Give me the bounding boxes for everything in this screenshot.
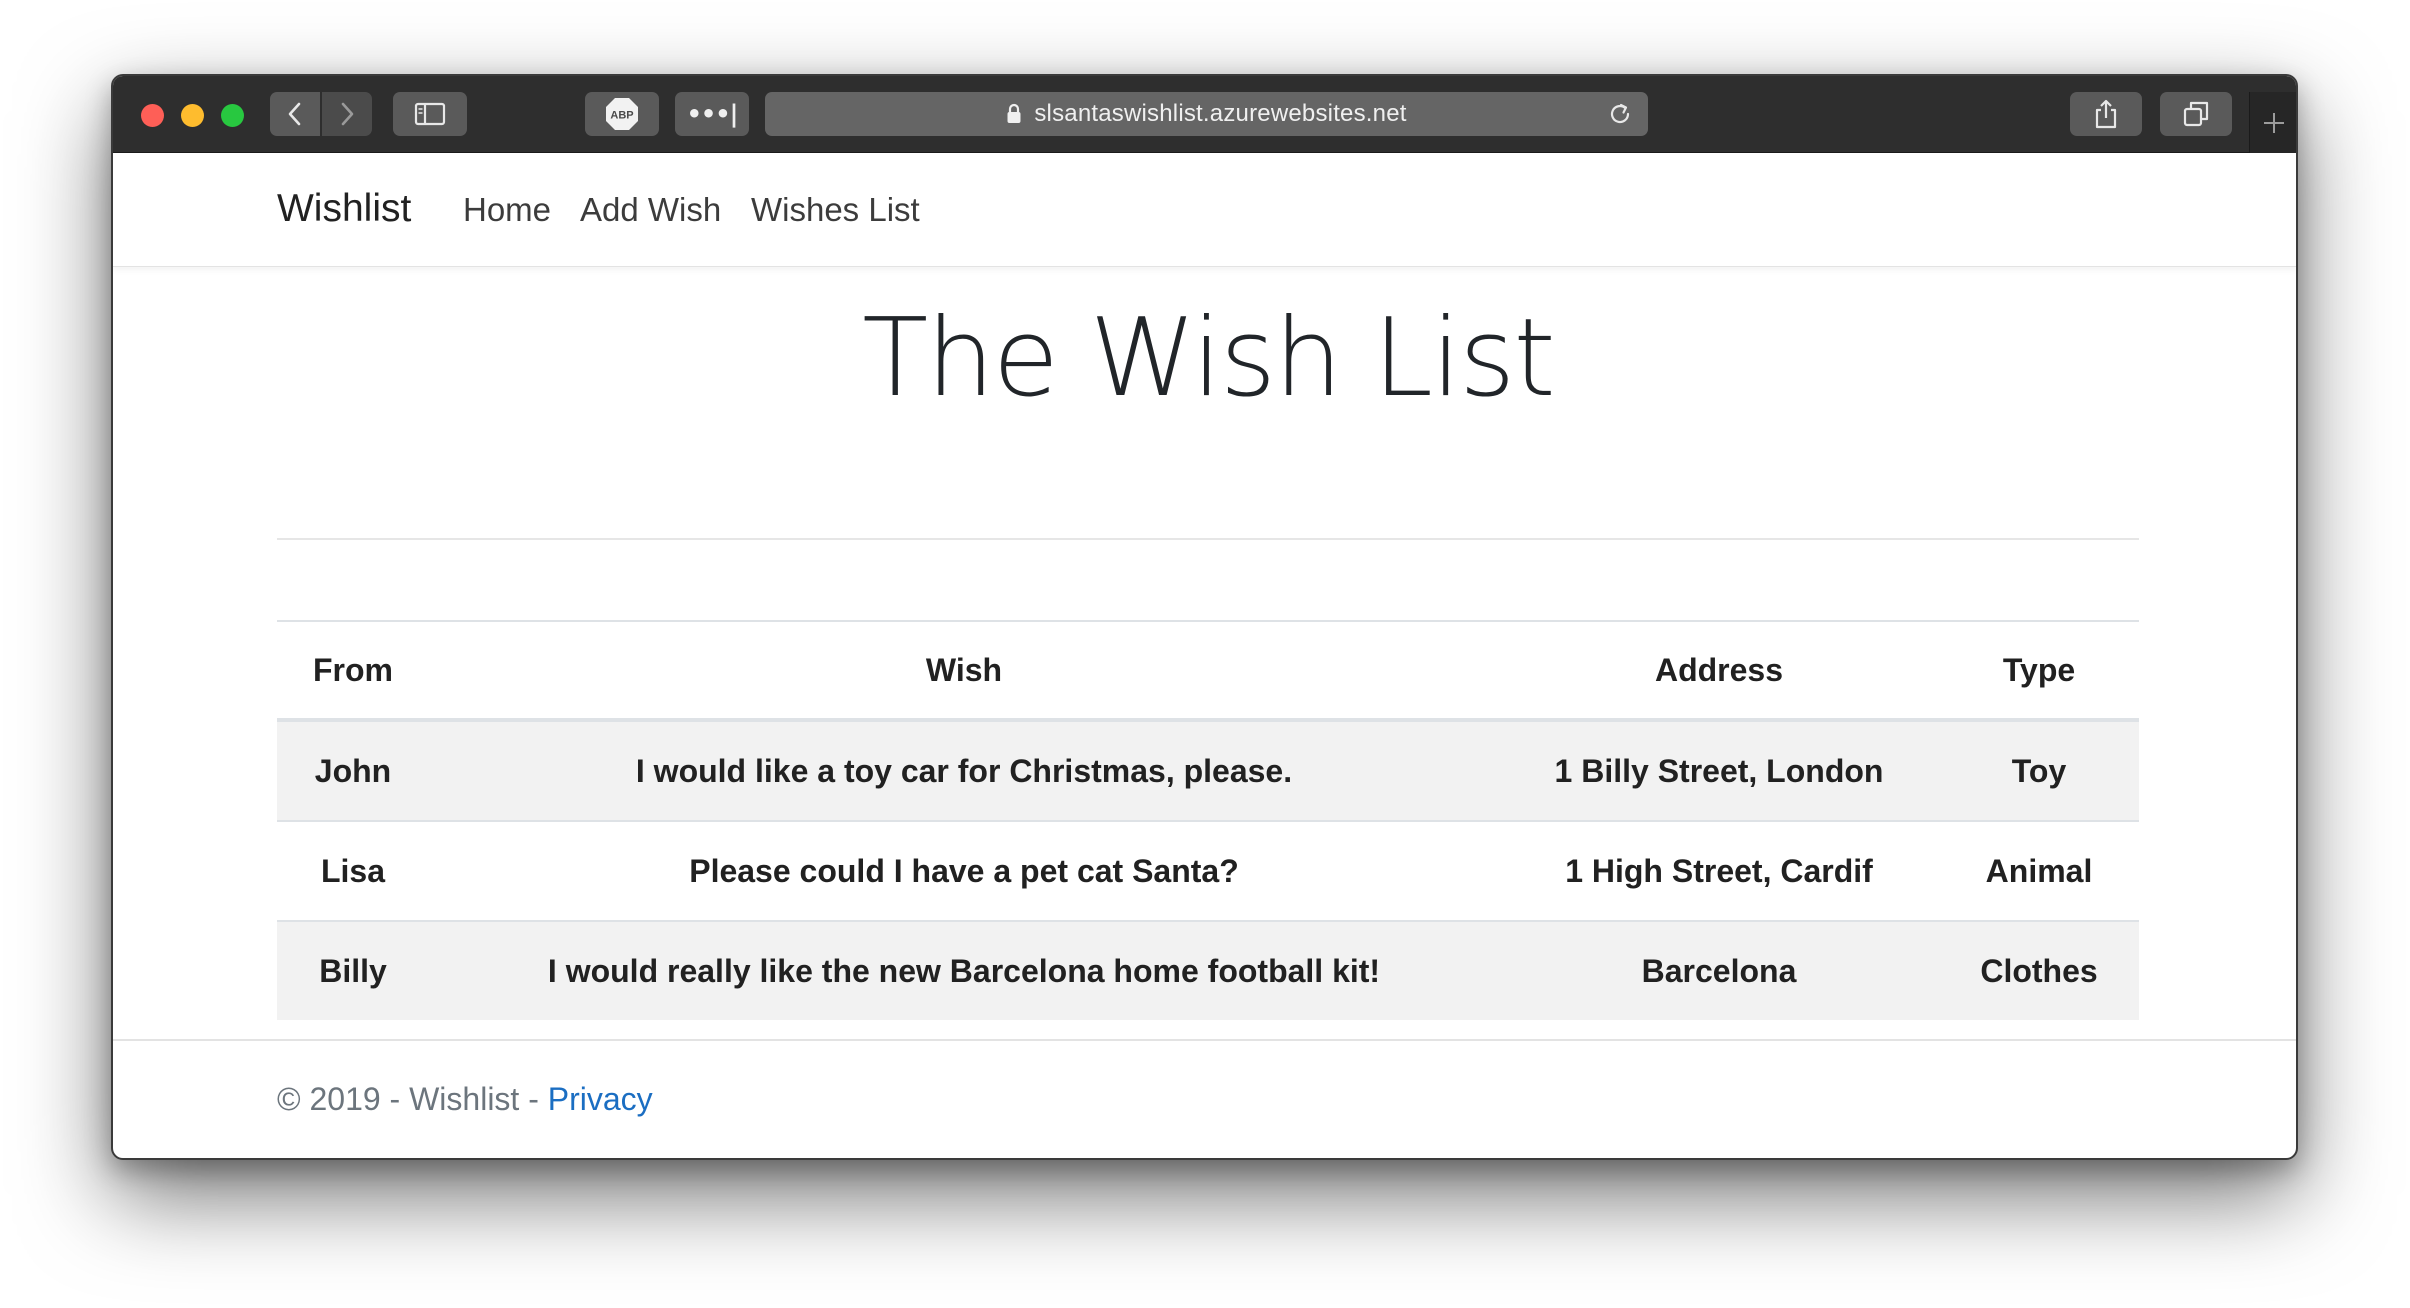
zoom-window-button[interactable] — [221, 104, 244, 127]
sidebar-toggle-button[interactable] — [393, 92, 467, 136]
adblock-icon: ABP — [606, 98, 638, 130]
browser-window: ABP •••| slsantaswishlist.azurewebsites.… — [111, 74, 2298, 1160]
reload-icon[interactable] — [1606, 100, 1634, 133]
column-header-type: Type — [1939, 620, 2139, 722]
table-header-row: From Wish Address Type — [277, 620, 2139, 722]
forward-button[interactable] — [322, 92, 372, 136]
extensions-more-button[interactable]: •••| — [675, 92, 749, 136]
site-navbar: Wishlist Home Add Wish Wishes List — [113, 153, 2296, 267]
column-header-wish: Wish — [429, 620, 1499, 722]
table-row: John I would like a toy car for Christma… — [277, 720, 2139, 821]
column-header-from: From — [277, 620, 429, 722]
cell-from: John — [314, 752, 392, 789]
more-icon: •••| — [686, 100, 739, 128]
table-row: Billy I would really like the new Barcel… — [277, 921, 2139, 1020]
column-header-address: Address — [1499, 620, 1939, 722]
close-window-button[interactable] — [141, 104, 164, 127]
chevron-right-icon — [341, 102, 354, 126]
nav-wishes-list-link[interactable]: Wishes List — [751, 191, 920, 229]
cell-wish: I would really like the new Barcelona ho… — [547, 952, 1381, 989]
lock-icon — [1006, 103, 1022, 125]
chevron-left-icon — [288, 102, 301, 126]
copyright-text: © 2019 - Wishlist - — [277, 1081, 548, 1117]
tab-overview-button[interactable] — [2160, 92, 2232, 136]
cell-from: Lisa — [320, 852, 386, 889]
address-bar[interactable]: slsantaswishlist.azurewebsites.net — [765, 92, 1648, 136]
svg-text:ABP: ABP — [610, 110, 633, 122]
cell-wish: Please could I have a pet cat Santa? — [689, 852, 1239, 889]
cell-from: Billy — [319, 952, 387, 989]
cell-address: 1 High Street, Cardif — [1565, 852, 1873, 889]
share-icon — [2095, 99, 2117, 129]
footer-text: © 2019 - Wishlist - Privacy — [277, 1081, 653, 1118]
site-footer: © 2019 - Wishlist - Privacy — [113, 1039, 2296, 1158]
url-text: slsantaswishlist.azurewebsites.net — [1034, 100, 1407, 127]
minimize-window-button[interactable] — [181, 104, 204, 127]
table-row: Lisa Please could I have a pet cat Santa… — [277, 821, 2139, 921]
share-button[interactable] — [2070, 92, 2142, 136]
back-button[interactable] — [270, 92, 320, 136]
cell-wish: I would like a toy car for Christmas, pl… — [635, 752, 1293, 789]
sidebar-icon — [414, 102, 446, 126]
divider — [277, 538, 2139, 540]
browser-toolbar: ABP •••| slsantaswishlist.azurewebsites.… — [113, 76, 2296, 153]
adblock-button[interactable]: ABP — [585, 92, 659, 136]
brand-link[interactable]: Wishlist — [277, 187, 411, 231]
page-title: The Wish List — [862, 296, 1555, 421]
cell-type: Clothes — [1980, 952, 2098, 989]
nav-home-link[interactable]: Home — [463, 191, 551, 229]
privacy-link[interactable]: Privacy — [548, 1081, 653, 1117]
nav-add-wish-link[interactable]: Add Wish — [580, 191, 721, 229]
tabs-icon — [2183, 101, 2209, 127]
cell-address: 1 Billy Street, London — [1554, 752, 1884, 789]
cell-address: Barcelona — [1641, 952, 1797, 989]
plus-icon — [2264, 112, 2284, 133]
new-tab-button[interactable] — [2249, 92, 2296, 153]
wishes-table: From Wish Address Type John I would like… — [277, 620, 2139, 1020]
cell-type: Animal — [1985, 852, 2093, 889]
cell-type: Toy — [2011, 752, 2067, 789]
